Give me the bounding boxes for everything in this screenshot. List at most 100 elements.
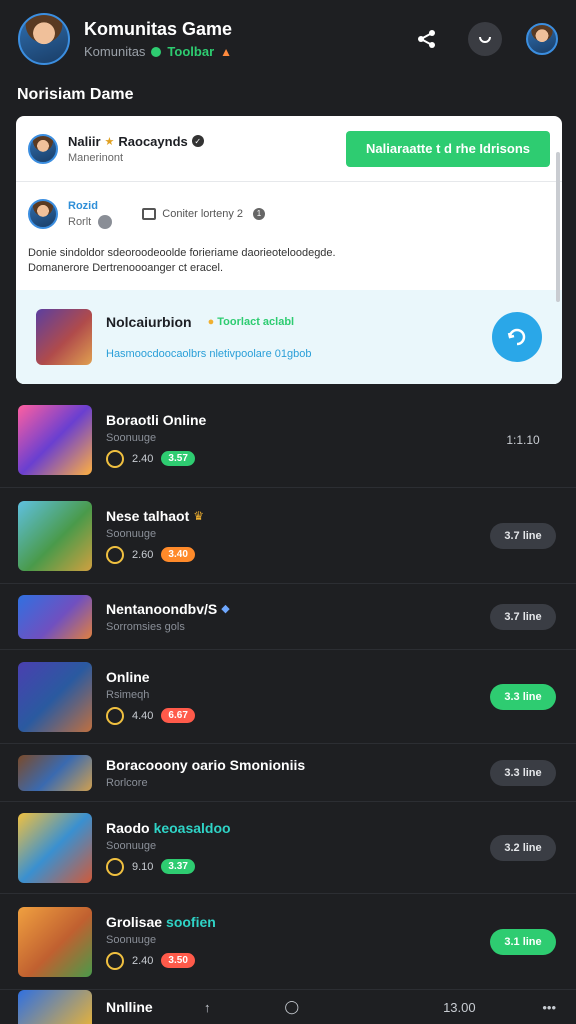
game-thumbnail [18,404,92,475]
game-status-button[interactable]: 3.2 line [490,834,556,861]
game-status-button[interactable]: 3.7 line [490,603,556,630]
coin-icon [106,545,124,564]
game-list-item[interactable]: Grolisae soofien Soonuuge 2.40 3.50 3.1 line [0,894,576,990]
card-header-row: Naliir ★ Raocaynds ✓ Manerinont Naliaraa… [16,116,562,182]
post-author-name[interactable]: Rozid [68,200,112,212]
game-rating-pill: 3.57 [161,451,195,466]
game-list-item[interactable]: Nentanoondbv/S ◆ Sorromsies gols 3.7 line [0,584,576,650]
game-subtitle: Rsimeqh [106,688,150,701]
flame-icon: ▲ [220,44,233,59]
star-icon: ★ [104,135,115,148]
game-list-item[interactable]: Boraotli Online Soonuuge 2.40 3.57 1:1.10 [0,392,576,488]
game-title-text: Raodo [106,819,150,836]
promo-banner[interactable]: Nolcaiurbion ● Toorlact aclabl Hasmoocdo… [16,290,562,384]
promo-title-text: Nolcaiurbion [106,314,192,330]
post-meta-text: Coniter lorteny 2 [162,208,244,220]
game-title-text: Boraotli Online [106,411,207,428]
crown-icon: ♛ [193,508,205,523]
app-subtitle: Komunitas Toolbar ▲ [84,44,386,59]
game-title: Nentanoondbv/S ◆ [106,601,490,617]
card-scrollbar[interactable] [556,152,560,302]
badge-icon [98,214,113,229]
game-title-accent: keoasaldoo [153,819,231,836]
game-list-item[interactable]: Nese talhaot ♛ Soonuuge 2.60 3.40 3.7 line [0,488,576,584]
game-thumbnail [18,500,92,571]
card-post-row: Rozid Rorlt Coniter lorteny 2 1 [16,182,562,246]
game-rating-pill: 3.50 [161,953,195,968]
game-subtitle: Soonuuge [106,839,157,852]
game-time-label: 1:1.10 [506,432,540,447]
game-rating-pill: 3.40 [161,547,195,562]
app-title: Komunitas Game [84,19,233,39]
game-list: Boraotli Online Soonuuge 2.40 3.57 1:1.10 Nes… [0,392,576,990]
game-meta: 2.40 3.50 [106,951,490,970]
more-icon[interactable]: ••• [542,1000,556,1015]
game-status-button[interactable]: 3.7 line [490,522,556,549]
bottom-title: Nnlline [106,999,153,1015]
shield-icon: ◆ [221,603,230,615]
join-button[interactable]: Naliaraatte t d rhe Idrisons [346,130,550,167]
game-title-text: Grolisae [106,913,163,930]
game-meta-value: 2.40 [132,452,154,465]
game-title: Grolisae soofien [106,914,490,930]
app-header: Komunitas Game Komunitas Toolbar ▲ [0,0,576,78]
promo-tag: ● Toorlact aclabl [208,316,295,328]
description-line-1: Donie sindoldor sdeoroodeoolde forieriam… [28,247,336,259]
game-meta-value: 9.10 [132,860,154,873]
card-user-name-text: Naliir [68,133,101,149]
profile-avatar[interactable] [526,23,558,55]
game-thumbnail [18,594,92,639]
game-title-text: Nese talhaot [106,507,190,524]
game-title: Boracooony oario Smonioniis [106,757,490,773]
game-info: Boraotli Online Soonuuge 2.40 3.57 [106,412,490,468]
card-user-avatar[interactable] [28,133,58,164]
share-button[interactable] [410,22,444,56]
promo-subtitle: Hasmoocdoocaolbrs nletivpoolare 01gbob [106,348,312,360]
game-meta-value: 2.40 [132,954,154,967]
game-thumbnail [18,661,92,732]
online-dot-icon [151,46,162,57]
game-subtitle: Soonuuge [106,431,157,444]
game-meta: 9.10 3.37 [106,857,490,876]
game-info: Nentanoondbv/S ◆ Sorromsies gols [106,601,490,633]
game-title: Nese talhaot ♛ [106,508,490,524]
game-status-button[interactable]: 3.3 line [490,683,556,710]
post-author-info: Rozid Rorlt [68,200,113,229]
user-avatar[interactable] [18,13,70,65]
chat-icon[interactable]: ◯ [285,999,300,1015]
game-subtitle: Sorromsies gols [106,620,185,633]
game-info: Boracooony oario Smonioniis Rorlcore [106,757,490,789]
game-status-button[interactable]: 3.1 line [490,928,556,955]
refresh-button[interactable] [468,22,502,56]
game-info: Raodo keoasaldoo Soonuuge 9.10 3.37 [106,820,490,876]
game-thumbnail [18,906,92,977]
description-line-2: Domanerore Dertrenoooanger ct eracel. [28,262,224,274]
post-author-avatar[interactable] [28,199,58,229]
subtitle-text: Komunitas [84,44,146,59]
post-meta: Coniter lorteny 2 1 [142,208,266,220]
header-text: Komunitas Game Komunitas Toolbar ▲ [84,19,386,59]
game-meta: 2.40 3.57 [106,449,490,468]
up-icon[interactable]: ↑ [204,1000,211,1015]
promo-action-button[interactable] [492,312,542,362]
section-title: Norisiam Dame [17,86,134,103]
bottom-thumbnail [18,990,92,1024]
game-status-button[interactable]: 3.3 line [490,759,556,786]
game-thumbnail [18,754,92,791]
coin-icon [106,951,124,970]
game-meta-value: 4.40 [132,709,154,722]
game-list-item[interactable]: Boracooony oario Smonioniis Rorlcore 3.3 l… [0,744,576,802]
verified-icon: ✓ [191,135,204,147]
featured-card: Naliir ★ Raocaynds ✓ Manerinont Naliaraa… [16,116,562,384]
promo-title: Nolcaiurbion ● Toorlact aclabl [106,314,492,330]
coin-icon [106,706,124,725]
bottom-bar: Nnlline ↑ ◯ 13.00 ••• [0,990,576,1024]
refresh-icon [479,36,491,43]
status-text: Toolbar [167,44,215,59]
game-list-item[interactable]: Online Rsimeqh 4.40 6.67 3.3 line [0,650,576,744]
game-meta: 2.60 3.40 [106,545,490,564]
sync-icon [507,328,526,346]
post-description: Donie sindoldor sdeoroodeoolde forieriam… [16,246,562,288]
game-list-item[interactable]: Raodo keoasaldoo Soonuuge 9.10 3.37 3.2 line [0,802,576,894]
image-icon [142,208,157,220]
